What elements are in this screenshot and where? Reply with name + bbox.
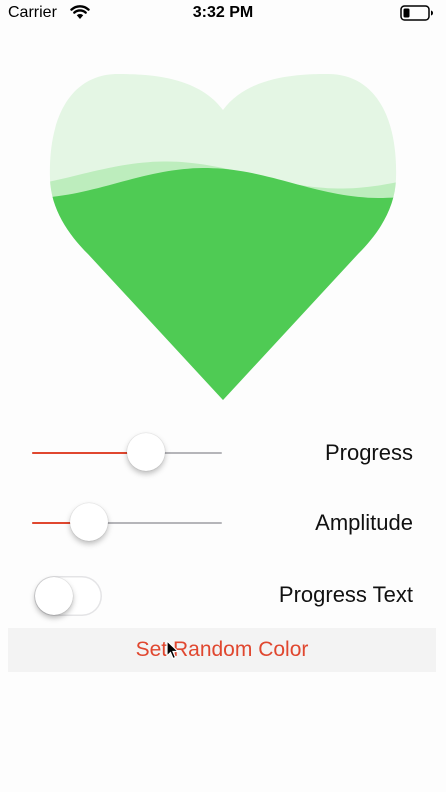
mouse-cursor-icon: [166, 640, 180, 660]
progress-text-toggle-knob[interactable]: [35, 577, 73, 615]
status-time: 3:32 PM: [192, 4, 254, 21]
progress-row: Progress: [0, 428, 446, 478]
progress-text-toggle[interactable]: [34, 576, 102, 616]
battery-icon: [400, 5, 433, 21]
progress-text-label: Progress Text: [278, 582, 413, 607]
heart-fill-wave: [49, 168, 397, 400]
status-bar: Carrier 3:32 PM: [0, 0, 446, 30]
amplitude-label: Amplitude: [315, 510, 413, 535]
set-random-color-button[interactable]: Set Random Color: [8, 628, 436, 672]
progress-slider-thumb[interactable]: [127, 433, 165, 471]
progress-text-row: Progress Text: [0, 570, 446, 620]
amplitude-slider[interactable]: [32, 498, 222, 548]
amplitude-row: Amplitude: [0, 498, 446, 548]
progress-label: Progress: [324, 440, 413, 465]
amplitude-slider-thumb[interactable]: [70, 503, 108, 541]
heart-progress-view: [49, 74, 397, 400]
progress-slider[interactable]: [32, 428, 222, 478]
